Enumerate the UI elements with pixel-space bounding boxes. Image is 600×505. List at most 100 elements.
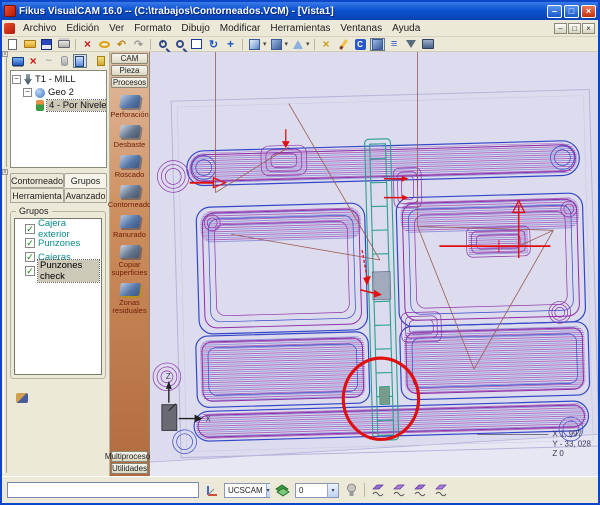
rotate-view-icon[interactable]: ↻ (206, 38, 221, 51)
geometry-icon (35, 88, 45, 98)
menu-modificar[interactable]: Modificar (215, 21, 266, 36)
menu-archivo[interactable]: Archivo (18, 21, 61, 36)
process-perforacion[interactable]: Perforación (111, 95, 148, 119)
toolpath-curve-icon[interactable] (411, 482, 428, 499)
tab-avanzado[interactable]: Avanzado (64, 188, 107, 203)
process-desbaste[interactable]: Desbaste (111, 125, 148, 149)
menu-ventanas[interactable]: Ventanas (335, 21, 387, 36)
tree-item-por-niveles[interactable]: 4 - Por Niveles (36, 99, 105, 112)
mdi-close-button[interactable]: × (582, 23, 595, 34)
menu-ayuda[interactable]: Ayuda (387, 21, 425, 36)
tab-grupos[interactable]: Grupos (64, 173, 107, 188)
multiprocesos-button[interactable]: Multiprocesos (111, 451, 148, 462)
command-bar: UCSCAM ▾ 0 ▾ (2, 476, 598, 503)
mdi-restore-button[interactable]: □ (568, 23, 581, 34)
menu-herramientas[interactable]: Herramientas (265, 21, 335, 36)
pieza-button[interactable]: Pieza (111, 65, 148, 76)
apply-tool-icon[interactable] (16, 393, 28, 403)
checkbox-checked-icon[interactable]: ✓ (25, 266, 35, 276)
menu-edicion[interactable]: Edición (61, 21, 104, 36)
collapse-icon[interactable]: − (23, 88, 32, 97)
tab-contorneado[interactable]: Contorneado (10, 173, 64, 188)
menu-dibujo[interactable]: Dibujo (176, 21, 214, 36)
cad-drawing[interactable]: .s-blue{fill:none;stroke:#3346c6;stroke-… (150, 52, 598, 476)
toolbar-separator (150, 39, 151, 50)
tool-icon[interactable] (57, 54, 70, 68)
minimize-button[interactable]: – (547, 5, 562, 18)
layer-lines-icon[interactable]: ≡ (387, 38, 402, 51)
undo-icon[interactable]: ↶ (114, 38, 129, 51)
chevron-down-icon[interactable]: ▾ (327, 484, 338, 497)
shaded-view-icon[interactable] (370, 38, 385, 51)
zoom-window-icon[interactable] (172, 38, 187, 51)
collapse-icon[interactable]: − (12, 75, 21, 84)
measure-icon[interactable] (290, 38, 305, 51)
save-icon[interactable] (39, 38, 54, 51)
process-copiar-superficies[interactable]: Copiar superficies (111, 245, 148, 277)
postprocess-icon[interactable] (421, 38, 436, 51)
copy-view-icon[interactable] (269, 38, 284, 51)
panel-grip[interactable] (3, 55, 7, 167)
delete-icon[interactable]: × (80, 38, 95, 51)
utilidades-button[interactable]: Utilidades (111, 463, 148, 474)
toolpath-curve-icon[interactable] (432, 482, 449, 499)
axis-x-label: X (206, 415, 212, 424)
menu-formato[interactable]: Formato (129, 21, 176, 36)
notes-icon[interactable] (95, 54, 108, 68)
process-zonas-residuales[interactable]: Zonas residuales (111, 283, 148, 315)
process-roscado[interactable]: Roscado (111, 155, 148, 179)
cam-config-icon[interactable]: C (353, 38, 368, 51)
mdi-minimize-button[interactable]: – (554, 23, 567, 34)
cam-button[interactable]: CAM (111, 53, 148, 64)
filter-icon[interactable] (404, 38, 419, 51)
simulate-icon[interactable] (73, 54, 87, 68)
menu-ver[interactable]: Ver (104, 21, 129, 36)
menu-bar: Archivo Edición Ver Formato Dibujo Modif… (2, 20, 598, 37)
list-item-punzones-check[interactable]: ✓ Punzones check (25, 264, 99, 278)
display-icon[interactable] (11, 54, 24, 68)
delete-operation-icon[interactable]: × (26, 54, 39, 68)
dropdown-arrow-icon[interactable]: ▾ (285, 40, 289, 48)
panel-grip[interactable] (3, 173, 7, 473)
zoom-in-icon[interactable] (155, 38, 170, 51)
checkbox-checked-icon[interactable]: ✓ (25, 252, 35, 262)
chevron-down-icon[interactable]: ▾ (266, 484, 270, 497)
list-item-cajera-exterior[interactable]: ✓ Cajera exterior (25, 222, 99, 236)
new-file-icon[interactable] (5, 38, 20, 51)
process-contorneado[interactable]: Contorneado (111, 185, 148, 209)
toolpath-curve-icon[interactable] (369, 482, 386, 499)
tree-item-t1-mill[interactable]: − T1 - MILL (12, 73, 105, 86)
dropdown-arrow-icon[interactable]: ▾ (263, 40, 267, 48)
dropdown-arrow-icon[interactable]: ▾ (306, 40, 310, 48)
layer-selector[interactable]: 0 ▾ (295, 483, 339, 498)
checkbox-checked-icon[interactable]: ✓ (25, 224, 35, 234)
light-icon[interactable] (343, 482, 360, 499)
procesos-button[interactable]: Procesos (111, 77, 148, 88)
panel-close-icon[interactable]: x (2, 169, 8, 175)
command-input[interactable] (7, 482, 199, 498)
copy-surfaces-process-icon (119, 245, 141, 258)
print-icon[interactable] (56, 38, 71, 51)
checkbox-checked-icon[interactable]: ✓ (25, 238, 35, 248)
close-button[interactable]: × (581, 5, 596, 18)
ucs-selector[interactable]: UCSCAM ▾ (224, 483, 270, 498)
ellipse-tool-icon[interactable] (97, 38, 112, 51)
panel-close-icon[interactable]: x (2, 51, 8, 57)
process-ranurado[interactable]: Ranurado (111, 215, 148, 239)
view-cube-icon[interactable] (247, 38, 262, 51)
operations-tree: − T1 - MILL − Geo 2 4 - Por Niveles (10, 70, 107, 168)
tab-herramienta[interactable]: Herramienta (10, 188, 64, 203)
tool-axis-icon[interactable]: × (319, 38, 334, 51)
ucs-axis-icon[interactable] (203, 482, 220, 499)
pencil-icon[interactable] (336, 38, 351, 51)
drawing-viewport[interactable]: .s-blue{fill:none;stroke:#3346c6;stroke-… (150, 52, 598, 476)
edit-icon[interactable]: ~ (42, 54, 55, 68)
tree-item-geo2[interactable]: − Geo 2 (23, 86, 105, 99)
pan-icon[interactable]: + (223, 38, 238, 51)
toolpath-curve-icon[interactable] (390, 482, 407, 499)
maximize-button[interactable]: □ (564, 5, 579, 18)
open-folder-icon[interactable] (22, 38, 37, 51)
redo-icon[interactable]: ↷ (131, 38, 146, 51)
layers-icon[interactable] (274, 482, 291, 499)
zoom-fit-icon[interactable] (189, 38, 204, 51)
